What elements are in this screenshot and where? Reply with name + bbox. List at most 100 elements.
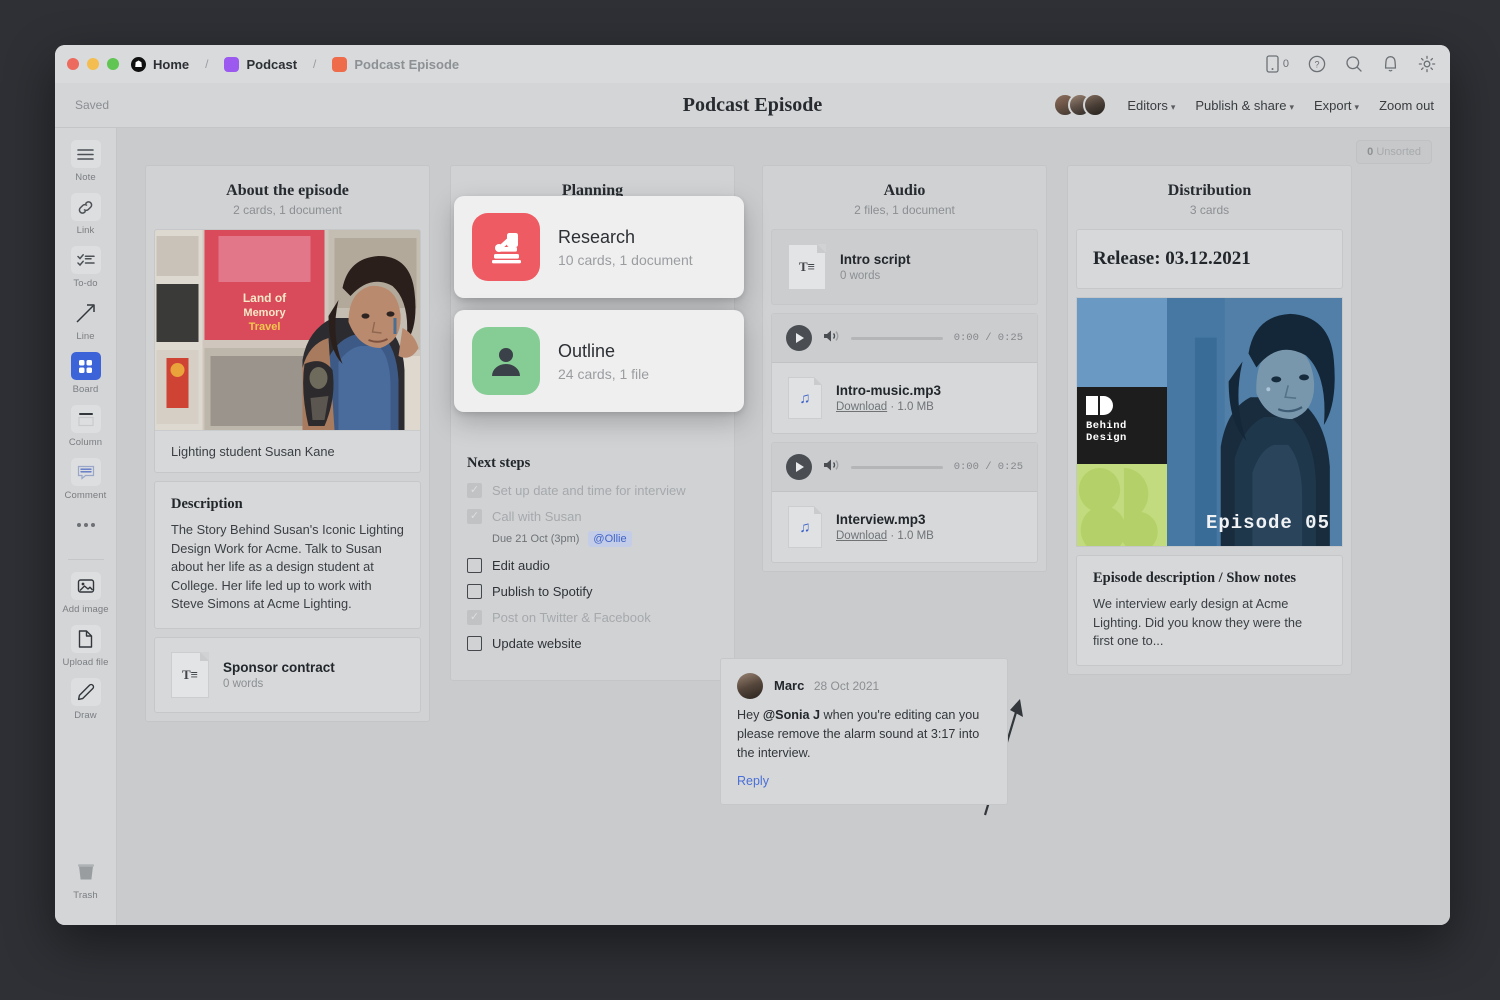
sidebar-item-board[interactable]: Board <box>58 352 114 395</box>
zoom-out-button[interactable]: Zoom out <box>1379 98 1434 113</box>
checkbox-unchecked-icon[interactable] <box>467 636 482 651</box>
checkbox-unchecked-icon[interactable] <box>467 558 482 573</box>
behind-design-logo-icon <box>1086 396 1158 415</box>
checklist-item[interactable]: Publish to Spotify <box>467 584 718 599</box>
audio-progress-track[interactable] <box>851 466 943 469</box>
card-show-notes[interactable]: Episode description / Show notes We inte… <box>1076 555 1343 666</box>
card-photo[interactable]: Land of Memory Travel <box>154 229 421 473</box>
audio-player[interactable]: 0:00 / 0:25 <box>772 314 1037 363</box>
sidebar-item-column[interactable]: Column <box>58 405 114 448</box>
card-next-steps[interactable]: Next steps Set up date and time for inte… <box>451 451 734 680</box>
volume-icon[interactable] <box>823 458 840 477</box>
minimize-window-button[interactable] <box>87 58 99 70</box>
sidebar-item-draw[interactable]: Draw <box>58 678 114 721</box>
export-menu[interactable]: Export▾ <box>1314 98 1359 113</box>
svg-text:?: ? <box>1314 60 1319 70</box>
sidebar-item-upload-file[interactable]: Upload file <box>58 625 114 668</box>
sidebar-item-note[interactable]: Note <box>58 140 114 183</box>
sidebar-item-add-image[interactable]: Add image <box>58 572 114 615</box>
card-description[interactable]: Description The Story Behind Susan's Ico… <box>154 481 421 629</box>
play-button[interactable] <box>786 454 812 480</box>
sidebar-item-line[interactable]: Line <box>58 299 114 342</box>
close-window-button[interactable] <box>67 58 79 70</box>
app-window: ☗ Home / Podcast / Podcast Episode 0 ? <box>55 45 1450 925</box>
floating-card-outline[interactable]: Outline 24 cards, 1 file <box>454 310 744 412</box>
download-link[interactable]: Download <box>836 530 887 542</box>
volume-icon[interactable] <box>823 329 840 348</box>
card-intro-music[interactable]: 0:00 / 0:25 ♫ Intro-music.mp3 Download ·… <box>771 313 1038 434</box>
column-distribution[interactable]: Distribution 3 cards Release: 03.12.2021 <box>1067 165 1352 675</box>
show-notes-title: Episode description / Show notes <box>1093 570 1326 587</box>
checkbox-checked-icon[interactable] <box>467 610 482 625</box>
avatar[interactable] <box>1083 93 1107 117</box>
checklist-item[interactable]: Set up date and time for interview <box>467 483 718 498</box>
music-file-icon: ♫ <box>788 506 822 548</box>
settings-gear-icon[interactable] <box>1418 55 1436 73</box>
chevron-down-icon: ▾ <box>1355 102 1360 112</box>
sidebar-label-upload-file: Upload file <box>63 657 109 668</box>
search-icon[interactable] <box>1345 55 1363 73</box>
document-header: Saved Podcast Episode Editors▾ Publish &… <box>55 83 1450 128</box>
maximize-window-button[interactable] <box>107 58 119 70</box>
avatar[interactable] <box>737 673 763 699</box>
comment-reply-button[interactable]: Reply <box>737 774 991 788</box>
cover-photo <box>1167 298 1342 546</box>
checklist-label: Post on Twitter & Facebook <box>492 610 651 625</box>
music-file-icon: ♫ <box>788 377 822 419</box>
sidebar-item-link[interactable]: Link <box>58 193 114 236</box>
editors-avatars[interactable] <box>1053 93 1107 117</box>
card-cover-art[interactable]: Behind Design <box>1076 297 1343 547</box>
column-header: Audio 2 files, 1 document <box>763 166 1046 229</box>
column-about-the-episode[interactable]: About the episode 2 cards, 1 document <box>145 165 430 722</box>
checkbox-unchecked-icon[interactable] <box>467 584 482 599</box>
breadcrumb-item-home[interactable]: Home <box>153 57 189 72</box>
audio-file-meta: Download · 1.0 MB <box>836 401 941 413</box>
notifications-icon[interactable] <box>1382 55 1399 73</box>
play-button[interactable] <box>786 325 812 351</box>
assignee-mention[interactable]: @Ollie <box>588 531 631 547</box>
help-icon[interactable]: ? <box>1308 55 1326 73</box>
column-audio[interactable]: Audio 2 files, 1 document T≡ Intro scrip… <box>762 165 1047 572</box>
description-title: Description <box>171 496 404 513</box>
column-subtitle: 2 cards, 1 document <box>146 203 429 217</box>
download-link[interactable]: Download <box>836 401 887 413</box>
cover-brand-panel: Behind Design <box>1077 298 1167 546</box>
checkbox-checked-icon[interactable] <box>467 483 482 498</box>
breadcrumb-item-podcast[interactable]: Podcast <box>246 57 297 72</box>
sidebar-item-more[interactable] <box>58 511 114 543</box>
column-subtitle: 2 files, 1 document <box>763 203 1046 217</box>
board-icon <box>332 57 347 72</box>
audio-file-row[interactable]: ♫ Intro-music.mp3 Download · 1.0 MB <box>772 363 1037 433</box>
audio-player[interactable]: 0:00 / 0:25 <box>772 443 1037 492</box>
audio-file-row[interactable]: ♫ Interview.mp3 Download · 1.0 MB <box>772 492 1037 562</box>
audio-progress-track[interactable] <box>851 337 943 340</box>
sidebar-item-trash[interactable]: Trash <box>58 858 114 901</box>
card-interview[interactable]: 0:00 / 0:25 ♫ Interview.mp3 Download · 1… <box>771 442 1038 563</box>
floating-card-research[interactable]: Research 10 cards, 1 document <box>454 196 744 298</box>
floating-card-title: Research <box>558 227 693 248</box>
card-release-date[interactable]: Release: 03.12.2021 <box>1076 229 1343 289</box>
window-controls[interactable] <box>67 58 119 70</box>
checklist-item[interactable]: Update website <box>467 636 718 651</box>
publish-share-menu[interactable]: Publish & share▾ <box>1195 98 1294 113</box>
card-sponsor-contract[interactable]: T≡ Sponsor contract 0 words <box>154 637 421 713</box>
breadcrumb-item-episode[interactable]: Podcast Episode <box>354 57 459 72</box>
sidebar-item-comment[interactable]: Comment <box>58 458 114 501</box>
checklist-item-meta: Due 21 Oct (3pm) @Ollie <box>492 531 718 547</box>
checklist-item[interactable]: Edit audio <box>467 558 718 573</box>
checkbox-checked-icon[interactable] <box>467 509 482 524</box>
comment-card[interactable]: Marc 28 Oct 2021 Hey @Sonia J when you'r… <box>720 658 1008 805</box>
editors-menu[interactable]: Editors▾ <box>1127 98 1175 113</box>
svg-text:Memory: Memory <box>243 307 286 319</box>
checklist-item[interactable]: Post on Twitter & Facebook <box>467 610 718 625</box>
sidebar-item-todo[interactable]: To-do <box>58 246 114 289</box>
svg-text:Travel: Travel <box>249 321 281 333</box>
mobile-preview-icon[interactable]: 0 <box>1266 55 1289 73</box>
cover-panel-blue <box>1077 298 1167 387</box>
cover-brand-line1: Behind <box>1086 420 1158 432</box>
comment-mention[interactable]: @Sonia J <box>763 708 820 722</box>
unsorted-badge[interactable]: 0 Unsorted <box>1356 140 1432 164</box>
checklist-item[interactable]: Call with Susan <box>467 509 718 524</box>
card-intro-script[interactable]: T≡ Intro script 0 words <box>771 229 1038 305</box>
board-canvas[interactable]: 0 Unsorted About the episode 2 cards, 1 … <box>117 128 1450 925</box>
